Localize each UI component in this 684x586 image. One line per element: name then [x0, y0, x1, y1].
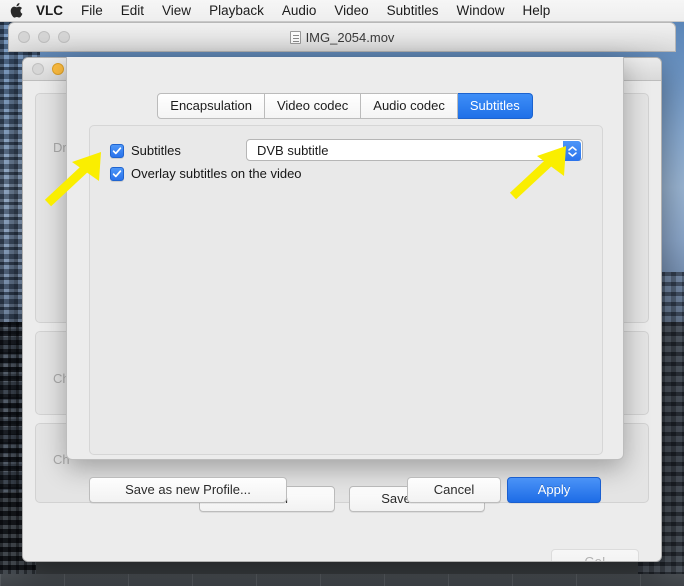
menu-item-window[interactable]: Window [447, 0, 513, 22]
subtitles-panel: Subtitles DVB subtitle Overlay subtitles… [89, 125, 603, 455]
menu-item-video[interactable]: Video [325, 0, 377, 22]
overlay-subtitles-row[interactable]: Overlay subtitles on the video [110, 166, 302, 181]
settings-tab-bar: Encapsulation Video codec Audio codec Su… [67, 93, 623, 119]
menu-item-view[interactable]: View [153, 0, 200, 22]
cancel-button[interactable]: Cancel [407, 477, 501, 503]
checkmark-icon [112, 169, 122, 177]
tab-video-codec[interactable]: Video codec [264, 93, 362, 119]
subtitles-checkbox-label: Subtitles [131, 143, 181, 158]
overlay-subtitles-checkbox[interactable] [110, 166, 124, 181]
menu-item-edit[interactable]: Edit [112, 0, 153, 22]
convert-settings-sheet: Encapsulation Video codec Audio codec Su… [66, 57, 624, 503]
chevron-up-icon [567, 145, 577, 151]
macos-menu-bar: VLC File Edit View Playback Audio Video … [0, 0, 684, 22]
overlay-subtitles-label: Overlay subtitles on the video [131, 166, 302, 181]
player-title-area: IMG_2054.mov [9, 30, 675, 45]
menu-item-file[interactable]: File [72, 0, 112, 22]
menu-item-vlc[interactable]: VLC [34, 0, 72, 22]
subtitles-checkbox[interactable] [110, 143, 124, 158]
drop-media-label: Dr [53, 140, 67, 155]
vlc-player-window[interactable]: IMG_2054.mov [8, 22, 676, 52]
menu-item-audio[interactable]: Audio [273, 0, 326, 22]
subtitle-codec-dropdown[interactable]: DVB subtitle [246, 139, 583, 161]
movie-document-icon [289, 30, 301, 44]
subtitles-enable-row[interactable]: Subtitles [110, 143, 181, 158]
go-button[interactable]: Go! [551, 549, 639, 561]
apply-button[interactable]: Apply [507, 477, 601, 503]
tab-subtitles[interactable]: Subtitles [457, 93, 533, 119]
pavement [0, 574, 684, 586]
player-title-text: IMG_2054.mov [305, 29, 395, 45]
tab-audio-codec[interactable]: Audio codec [361, 93, 458, 119]
menu-item-subtitles[interactable]: Subtitles [378, 0, 448, 22]
apple-logo-icon[interactable] [9, 3, 23, 19]
up-down-chevron-icon[interactable] [563, 141, 581, 161]
menu-item-help[interactable]: Help [513, 0, 559, 22]
subtitle-codec-value: DVB subtitle [257, 142, 329, 158]
save-as-new-profile-button[interactable]: Save as new Profile... [89, 477, 287, 503]
chevron-down-icon [567, 151, 577, 157]
tab-encapsulation[interactable]: Encapsulation [157, 93, 265, 119]
screen-root: IMG_2054.mov Convert & Stream Dr Ch Ch S… [0, 0, 684, 586]
menu-item-playback[interactable]: Playback [200, 0, 273, 22]
checkmark-icon [112, 146, 122, 154]
